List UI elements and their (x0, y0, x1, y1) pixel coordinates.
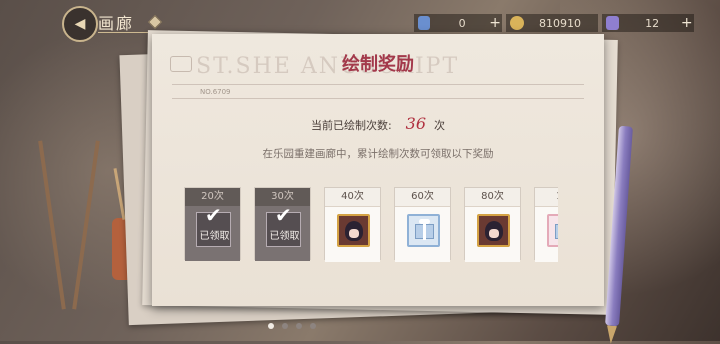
currency-value: 12 (645, 16, 660, 30)
claimed-overlay: ✔ 已领取 (266, 203, 301, 247)
reward-card-60[interactable]: 60次 (394, 187, 451, 262)
document-number: NO.6709 (200, 88, 231, 96)
back-button[interactable]: ◀ (62, 6, 98, 42)
currency-stamina: 12 + (602, 14, 694, 32)
panel-title: 绘制奖励 (342, 54, 414, 75)
add-currency-button[interactable]: + (488, 15, 502, 31)
currency-diamond: 0 + (414, 14, 502, 32)
reward-card-100[interactable]: 10 (534, 187, 558, 262)
check-icon: ✔ (205, 203, 222, 227)
page-dot[interactable] (282, 323, 288, 329)
reward-card-20[interactable]: 20次 ✔ 已领取 (184, 187, 241, 261)
count-unit: 次 (434, 119, 446, 132)
currency-value: 0 (458, 16, 466, 30)
reward-card-80[interactable]: 80次 (464, 187, 521, 262)
coin-currency-icon (510, 16, 524, 30)
reward-item-frame[interactable] (547, 214, 558, 247)
reward-list[interactable]: 20次 ✔ 已领取 30次 ✔ 已领取 40次 60次 80次 (184, 187, 558, 262)
count-label: 当前已绘制次数: (310, 119, 392, 132)
page-dot[interactable] (268, 323, 274, 329)
divider (172, 84, 584, 85)
reward-milestone-label: 40次 (325, 188, 380, 207)
currency-coin: 810910 (506, 14, 598, 32)
currency-value: 810910 (539, 16, 581, 30)
gift-box-icon (415, 219, 434, 240)
easel-decoration (38, 140, 100, 310)
portrait-icon (345, 221, 363, 241)
page-title: 画廊 (98, 14, 135, 33)
reward-item-frame[interactable] (407, 214, 440, 247)
stamina-currency-icon (606, 16, 619, 30)
page-dot[interactable] (310, 323, 316, 329)
reward-card-30[interactable]: 30次 ✔ 已领取 (254, 187, 311, 261)
check-icon: ✔ (275, 203, 292, 227)
portrait-icon (485, 221, 503, 241)
reward-card-40[interactable]: 40次 (324, 187, 381, 262)
page-dot[interactable] (296, 323, 302, 329)
reward-milestone-label: 80次 (465, 188, 520, 207)
claimed-status: 已领取 (199, 231, 230, 242)
gift-box-icon (555, 224, 558, 239)
menu-diamond-icon[interactable] (147, 14, 163, 30)
add-stamina-button[interactable]: + (679, 15, 694, 31)
reward-description: 在乐园重建画廊中，累计绘制次数可领取以下奖励 (262, 148, 494, 160)
pagination-dots (268, 323, 316, 329)
draw-count-line: 当前已绘制次数: 36 次 (152, 114, 604, 133)
claimed-overlay: ✔ 已领取 (196, 203, 231, 247)
claimed-status: 已领取 (269, 231, 300, 242)
reward-panel: ST.SHE ANUSCRIPT 绘制奖励 NO.6709 当前已绘制次数: 36… (152, 34, 604, 306)
reward-item-frame[interactable] (477, 214, 510, 247)
reward-item-frame[interactable] (337, 214, 370, 247)
back-arrow-icon: ◀ (74, 16, 86, 32)
diamond-currency-icon (418, 16, 431, 30)
reward-milestone-label: 10 (535, 188, 558, 207)
reward-milestone-label: 60次 (395, 188, 450, 207)
count-value: 36 (405, 114, 427, 133)
divider (172, 98, 584, 99)
